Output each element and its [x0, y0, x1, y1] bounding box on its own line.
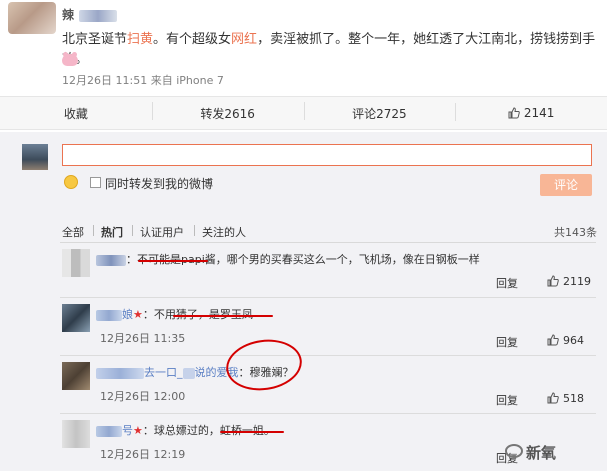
post-topic-link[interactable]: 网红 [231, 32, 257, 47]
comment-input[interactable] [62, 144, 592, 166]
comment-avatar[interactable] [62, 304, 90, 332]
comment-item: 去一口_ 说的爱我：穆雅斓？ 12月26日 12:00 回复 518 [0, 356, 607, 414]
annotation-underline [220, 431, 284, 433]
repost-checkbox-label[interactable]: 同时转发到我的微博 [105, 175, 213, 192]
comment-like-count: 964 [563, 334, 584, 347]
comment-item: 号★：球总嫖过的，虹桥一姐。 12月26日 12:19 回复 [0, 414, 607, 471]
filter-all[interactable]: 全部 [62, 224, 84, 240]
comment-text-part: ：球总嫖过的， [142, 424, 220, 437]
comment-time: 12月26日 12:19 [100, 448, 186, 461]
filter-divider [93, 225, 94, 236]
my-avatar[interactable] [22, 144, 48, 170]
post-topic-link[interactable]: 扫黄 [127, 32, 153, 47]
comment-author-name[interactable]: 去一口_ [144, 366, 183, 379]
pig-emoji-icon [62, 52, 78, 66]
comment-like-button[interactable]: 518 [547, 392, 584, 405]
comment-label: 评论2725 [352, 106, 407, 121]
vip-star-icon: ★ [133, 308, 143, 321]
comment-author-blur[interactable] [96, 367, 144, 379]
comment-author-blur[interactable] [96, 254, 126, 266]
filter-hot[interactable]: 热门 [101, 224, 123, 240]
comment-text-part: ： [142, 308, 154, 321]
thumbs-up-icon [547, 334, 559, 346]
post-author-name-text: 辣 [62, 8, 76, 22]
comment-time: 12月26日 12:00 [100, 390, 186, 403]
reply-button[interactable]: 回复 [496, 275, 518, 291]
comment-text: 娘★：不用猜了，是罗玉凤 [96, 306, 253, 322]
comment-author-name[interactable]: 娘 [122, 308, 133, 321]
thumbs-up-icon [508, 107, 520, 119]
watermark-text: 新氧 [526, 444, 557, 462]
comment-text-part: ： [126, 253, 137, 266]
repost-label: 转发2616 [200, 106, 255, 121]
repost-checkbox[interactable] [90, 177, 101, 188]
post-source-prefix: 来自 [150, 74, 173, 87]
comment-text: ：不可能是papi酱，哪个男的买春买这么一个，飞机场，像在日钢板一样 [96, 251, 480, 267]
comment-item: 娘★：不用猜了，是罗玉凤 12月26日 11:35 回复 964 [0, 298, 607, 356]
reply-button[interactable]: 回复 [496, 392, 518, 408]
comment-like-button[interactable]: 964 [547, 334, 584, 347]
post-text-part: 北京圣诞节 [62, 32, 128, 47]
post-source: iPhone 7 [176, 74, 224, 87]
comment-button[interactable]: 评论2725 [303, 101, 456, 122]
comment-filter-bar: 全部 热门 认证用户 关注的人 共143条 [0, 218, 607, 242]
collect-button[interactable]: 收藏 [0, 105, 152, 122]
comment-avatar[interactable] [62, 420, 90, 448]
emoji-picker-icon[interactable] [64, 175, 78, 189]
comment-text: 号★：球总嫖过的，虹桥一姐。 [96, 422, 275, 438]
post-time[interactable]: 12月26日 11:51 [62, 74, 147, 87]
post-meta: 12月26日 11:51 来自 iPhone 7 [62, 72, 224, 88]
comment-item: ：不可能是papi酱，哪个男的买春买这么一个，飞机场，像在日钢板一样 回复 21… [0, 243, 607, 298]
post-author-name-blur [79, 9, 118, 22]
comment-section: 同时转发到我的微博 评论 全部 热门 认证用户 关注的人 共143条 ：不可能是… [0, 132, 607, 471]
collect-label: 收藏 [63, 106, 88, 121]
reply-button[interactable]: 回复 [496, 334, 518, 350]
filter-divider [194, 225, 195, 236]
comment-author-blur[interactable] [96, 425, 122, 437]
weibo-post: 辣 北京圣诞节扫黄。有个超级女网红，卖淫被抓了。整个一年，她红透了大江南北，捞钱… [0, 0, 607, 93]
watermark-logo-icon [505, 444, 523, 458]
comment-like-button[interactable]: 2119 [547, 275, 591, 288]
filter-verified[interactable]: 认证用户 [140, 224, 184, 240]
comment-submit-button[interactable]: 评论 [540, 174, 592, 196]
comment-like-count: 2119 [563, 275, 591, 288]
annotation-underline [173, 315, 273, 317]
like-count: 2141 [523, 106, 555, 120]
post-author-name[interactable]: 辣 [62, 6, 118, 23]
comment-author-blur[interactable] [96, 309, 122, 321]
comment-author-name[interactable]: 号 [122, 424, 133, 437]
post-text-part: 。有个超级女 [153, 32, 232, 47]
thumbs-up-icon [547, 275, 559, 287]
post-action-bar: 收藏 转发2616 评论2725 2141 [0, 96, 607, 130]
comment-avatar[interactable] [62, 249, 90, 277]
comment-avatar[interactable] [62, 362, 90, 390]
thumbs-up-icon [547, 392, 559, 404]
comment-time: 12月26日 11:35 [100, 332, 186, 345]
filter-divider [132, 225, 133, 236]
comment-like-count: 518 [563, 392, 584, 405]
comment-author-blur [182, 367, 195, 379]
filter-following[interactable]: 关注的人 [202, 224, 246, 240]
repost-button[interactable]: 转发2616 [151, 101, 304, 122]
comment-total: 共143条 [554, 226, 597, 239]
like-button[interactable]: 2141 [455, 103, 607, 121]
post-author-avatar[interactable] [8, 2, 56, 34]
comment-text-part: ，哪个男的买春买这么一个，飞机场，像在日钢板一样 [215, 253, 480, 266]
vip-star-icon: ★ [133, 424, 143, 437]
post-text: 北京圣诞节扫黄。有个超级女网红，卖淫被抓了。整个一年，她红透了大江南北，捞钱捞到… [62, 30, 602, 70]
annotation-underline [138, 260, 208, 262]
